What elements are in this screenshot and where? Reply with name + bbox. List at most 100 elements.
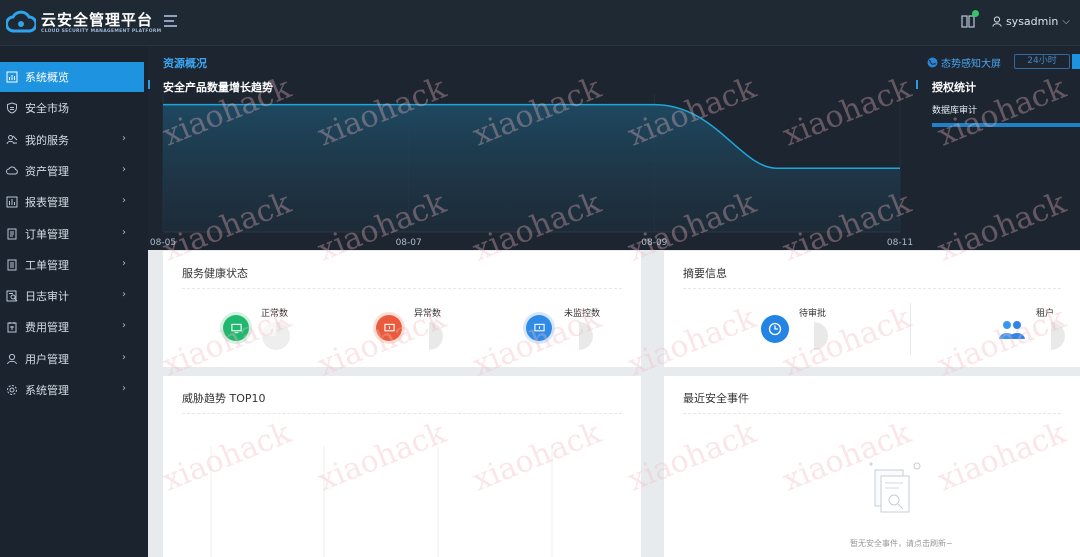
events-title: 最近安全事件 [683,392,749,405]
tenant-icon [998,315,1026,343]
user-icon [992,15,1002,27]
sidebar-item-label: 我的服务 [25,133,69,147]
stat-normal[interactable]: 正常数 [223,301,333,361]
auth-stats-title: 授权统计 [932,81,976,94]
sidebar-item[interactable]: 用户管理 › [0,344,148,374]
ticket-icon [7,259,17,271]
chevron-down-icon[interactable]: ⌵ [1062,16,1070,27]
cloud-logo-icon [6,10,36,33]
chevron-right-icon: › [122,289,126,301]
notification-button[interactable] [960,10,979,28]
cloud-icon [6,166,18,175]
x-tick-label: 08-07 [396,238,422,248]
main-content: 资源概况 态势感知大屏 24小时 安全产品数量增长趋势 08-05 08-07 08… [148,46,1080,557]
sidebar-item-label: 安全市场 [25,102,69,116]
chart-icon [6,71,18,83]
sidebar-item[interactable]: 我的服务 › [0,125,148,155]
sidebar: 系统概览 安全市场 我的服务 › 资产管理 › 报表管理 › 订单管理 › 工单管理 › 日志审计 › 费用… [0,46,148,557]
app-logo[interactable]: 云安全管理平台 CLOUD SECURITY MANAGEMENT PLATFO… [6,9,161,37]
health-title: 服务健康状态 [182,267,248,280]
notification-badge [971,10,979,17]
top-header: 云安全管理平台 CLOUD SECURITY MANAGEMENT PLATFO… [0,0,1080,46]
stat-pending[interactable]: 待审批 [761,301,871,361]
growth-chart: 08-05 08-07 08-09 08-11 [150,94,913,248]
order-icon [7,228,17,239]
x-tick-label: 08-11 [887,238,913,248]
chevron-right-icon: › [122,383,126,394]
time-range-select[interactable]: 24小时 [1014,54,1070,69]
chevron-right-icon: › [122,257,126,269]
sidebar-item-label: 用户管理 [25,352,69,366]
empty-state-text[interactable]: 暂无安全事件，请点击刷新~ [850,538,953,549]
service-icon [6,134,18,144]
report-icon [6,196,18,208]
shield-icon [7,102,17,114]
user-icon [7,353,17,364]
sidebar-item-label: 费用管理 [25,321,69,335]
chevron-right-icon: › [122,132,126,144]
sidebar-item-label: 工单管理 [25,258,69,272]
gear-icon [7,385,17,395]
sidebar-item[interactable]: 报表管理 › [0,187,148,217]
stat-gauge [814,322,828,350]
auth-title-marker [916,80,918,89]
empty-document-icon [869,462,921,513]
sidebar-item[interactable]: 系统概览 [0,62,144,92]
sidebar-item[interactable]: 资产管理 › [0,156,148,186]
stat-gauge [262,322,290,350]
chevron-right-icon: › [122,320,126,332]
globe-icon [927,57,938,68]
auth-progress-bar [932,123,1080,127]
chevron-right-icon: › [122,195,126,207]
overview-panel: 资源概况 态势感知大屏 24小时 安全产品数量增长趋势 08-05 08-07 08… [148,46,1080,250]
monitor-off-icon [526,315,552,341]
sidebar-item-label: 日志审计 [25,290,69,304]
sidebar-item-label: 系统概览 [25,71,69,84]
stat-tenants[interactable]: 租户 [998,301,1080,361]
stat-label: 未监控数 [564,309,601,319]
stat-unmonitored[interactable]: 未监控数 [526,301,636,361]
chevron-right-icon: › [122,163,126,175]
stat-gauge [1051,322,1065,350]
stat-label: 正常数 [261,309,289,319]
username-label[interactable]: sysadmin [1006,15,1058,28]
sidebar-item-label: 订单管理 [25,227,69,241]
chevron-right-icon: › [122,226,126,238]
sidebar-item[interactable]: 订单管理 › [0,219,148,249]
app-title: 云安全管理平台 [41,10,154,29]
monitor-alert-icon [376,315,402,341]
stat-abnormal[interactable]: 异常数 [376,301,486,361]
sidebar-item-label: 报表管理 [25,196,69,210]
menu-toggle-button[interactable] [164,15,178,27]
health-card: 服务健康状态 正常数 异常数 未监控数 [163,251,641,367]
events-card: 最近安全事件 暂无安全事件，请点击刷新~ [664,376,1080,557]
threats-chart [210,446,553,557]
summary-title: 摘要信息 [683,267,727,280]
fee-icon [7,322,17,333]
time-range-toggle[interactable] [1072,54,1080,69]
stat-label: 异常数 [414,309,442,319]
clock-icon [761,315,789,343]
stat-label: 待审批 [799,309,827,319]
audit-icon [6,290,18,302]
sidebar-item[interactable]: 日志审计 › [0,281,148,311]
stat-label: 租户 [1036,309,1055,319]
sidebar-item[interactable]: 安全市场 [0,93,148,123]
sidebar-item[interactable]: 费用管理 › [0,312,148,342]
threats-card: 威胁趋势 TOP10 [163,376,641,557]
x-tick-label: 08-05 [150,238,176,248]
monitor-icon [223,315,249,341]
summary-card: 摘要信息 待审批 租户 [664,251,1080,367]
sidebar-item-label: 资产管理 [25,164,69,178]
auth-item-label: 数据库审计 [932,106,978,116]
app-subtitle: CLOUD SECURITY MANAGEMENT PLATFORM [41,28,162,34]
x-tick-label: 08-09 [641,238,667,248]
section-title: 资源概况 [163,57,207,70]
chevron-right-icon: › [122,351,126,363]
sidebar-item[interactable]: 工单管理 › [0,250,148,280]
bigscreen-link[interactable]: 态势感知大屏 [927,55,1001,70]
sidebar-item[interactable]: 系统管理 › [0,375,148,405]
sidebar-item-label: 系统管理 [25,384,69,397]
stat-gauge [579,322,593,350]
stat-gauge [429,322,443,350]
